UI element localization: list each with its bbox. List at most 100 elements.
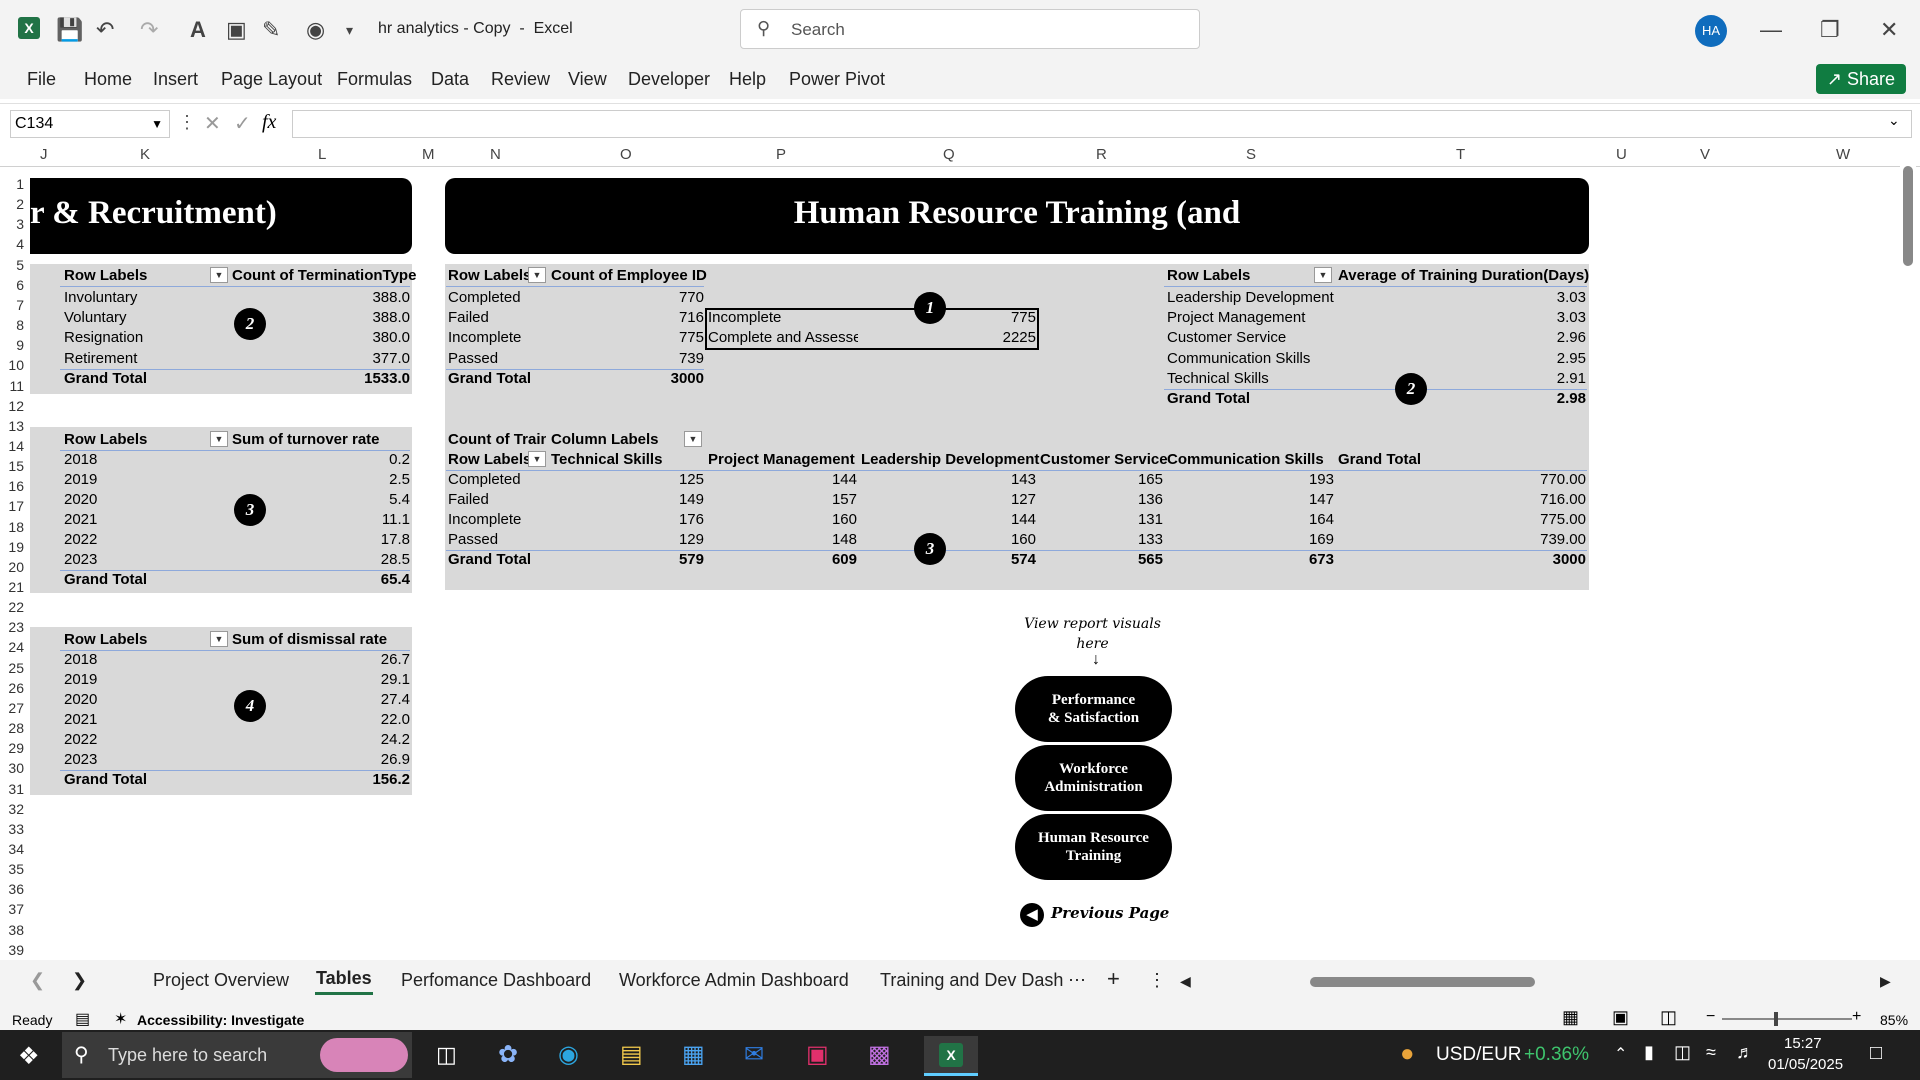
tab-formulas[interactable]: Formulas xyxy=(337,60,412,99)
horizontal-scrollbar[interactable] xyxy=(1200,977,1880,987)
avatar[interactable]: HA xyxy=(1695,15,1727,47)
col-R[interactable]: R xyxy=(1096,146,1107,163)
sheet-tab-workforce-admin[interactable]: Workforce Admin Dashboard xyxy=(619,970,849,991)
row-header[interactable]: 15 xyxy=(0,458,24,474)
workforce-administration-button[interactable]: Workforce Administration xyxy=(1015,745,1172,811)
page-break-view-icon[interactable]: ◫ xyxy=(1660,1007,1677,1028)
row-header[interactable]: 13 xyxy=(0,418,24,434)
font-color-icon[interactable]: A xyxy=(190,14,206,46)
tab-insert[interactable]: Insert xyxy=(153,60,198,99)
restore-icon[interactable]: ❐ xyxy=(1820,14,1840,46)
windows-start-icon[interactable]: ❖ xyxy=(18,1042,40,1071)
row-header[interactable]: 19 xyxy=(0,539,24,555)
filter-icon[interactable]: ▼ xyxy=(528,451,546,467)
enter-icon[interactable]: ✓ xyxy=(234,111,251,136)
text-box-icon[interactable]: ▣ xyxy=(226,14,247,46)
instagram-icon[interactable]: ▣ xyxy=(806,1040,829,1069)
sheet-tab-performance-dashboard[interactable]: Perfomance Dashboard xyxy=(401,970,591,991)
row-header[interactable]: 31 xyxy=(0,781,24,797)
accessibility-icon[interactable]: ✶ xyxy=(114,1009,127,1029)
row-header[interactable]: 21 xyxy=(0,579,24,595)
scroll-thumb[interactable] xyxy=(1903,166,1913,266)
row-header[interactable]: 22 xyxy=(0,599,24,615)
macro-record-icon[interactable]: ▤ xyxy=(75,1009,90,1029)
tab-home[interactable]: Home xyxy=(84,60,132,99)
col-N[interactable]: N xyxy=(490,146,501,163)
tab-view[interactable]: View xyxy=(568,60,607,99)
zoom-level[interactable]: 85% xyxy=(1880,1012,1908,1028)
expand-formula-icon[interactable]: ⌄ xyxy=(1888,112,1900,129)
winrar-icon[interactable]: ▩ xyxy=(868,1040,891,1069)
row-header[interactable]: 25 xyxy=(0,660,24,676)
outlook-icon[interactable]: ✉ xyxy=(744,1040,764,1069)
task-view-icon[interactable]: ◫ xyxy=(436,1042,457,1068)
filter-icon[interactable]: ▼ xyxy=(210,631,228,647)
row-header[interactable]: 34 xyxy=(0,841,24,857)
zoom-in-icon[interactable]: + xyxy=(1852,1008,1861,1026)
filter-icon[interactable]: ▼ xyxy=(210,431,228,447)
filter-icon[interactable]: ▼ xyxy=(210,267,228,283)
ticker-change[interactable]: +0.36% xyxy=(1524,1044,1589,1066)
sheet-tab-tables[interactable]: Tables xyxy=(315,968,373,995)
scroll-right-icon[interactable]: ▶ xyxy=(1880,973,1891,990)
row-header[interactable]: 26 xyxy=(0,680,24,696)
col-V[interactable]: V xyxy=(1700,146,1710,163)
row-header[interactable]: 18 xyxy=(0,519,24,535)
zoom-slider-thumb[interactable] xyxy=(1774,1012,1778,1026)
col-M[interactable]: M xyxy=(422,146,435,163)
camera-icon[interactable]: ◉ xyxy=(306,14,325,46)
copilot-icon[interactable]: ✿ xyxy=(498,1040,518,1069)
row-header[interactable]: 6 xyxy=(0,277,24,293)
col-O[interactable]: O xyxy=(620,146,632,163)
row-header[interactable]: 4 xyxy=(0,236,24,252)
row-header[interactable]: 27 xyxy=(0,700,24,716)
search-box[interactable]: ⚲ Search xyxy=(740,9,1200,49)
formula-input[interactable] xyxy=(292,110,1912,138)
clock-date[interactable]: 01/05/2025 xyxy=(1768,1056,1843,1073)
save-icon[interactable]: 💾 xyxy=(56,14,83,46)
redo-icon[interactable]: ↷ xyxy=(140,14,158,46)
row-header[interactable]: 23 xyxy=(0,619,24,635)
volume-icon[interactable]: ♬ xyxy=(1736,1042,1754,1063)
clock-time[interactable]: 15:27 xyxy=(1784,1035,1822,1052)
ticker-label[interactable]: USD/EUR xyxy=(1436,1044,1522,1066)
row-header[interactable]: 7 xyxy=(0,297,24,313)
row-header[interactable]: 3 xyxy=(0,216,24,232)
scroll-left-icon[interactable]: ◀ xyxy=(1180,973,1191,990)
filter-icon[interactable]: ▼ xyxy=(684,431,702,447)
horizontal-scroll-thumb[interactable] xyxy=(1310,977,1535,987)
sheet-tab-training-dev[interactable]: Training and Dev Dash xyxy=(880,970,1063,991)
file-explorer-icon[interactable]: ▤ xyxy=(620,1040,643,1069)
row-header[interactable]: 1 xyxy=(0,176,24,192)
row-header[interactable]: 24 xyxy=(0,639,24,655)
tab-developer[interactable]: Developer xyxy=(628,60,710,99)
row-header[interactable]: 9 xyxy=(0,337,24,353)
taskbar-search[interactable]: ⚲ Type here to search xyxy=(62,1032,412,1078)
close-icon[interactable]: ✕ xyxy=(1880,14,1898,46)
customize-qat-icon[interactable]: ▾ xyxy=(346,14,353,46)
tab-help[interactable]: Help xyxy=(729,60,766,99)
filter-icon[interactable]: ▼ xyxy=(528,267,546,283)
col-K[interactable]: K xyxy=(140,146,150,163)
tab-page-layout[interactable]: Page Layout xyxy=(221,60,322,99)
insert-function-icon[interactable]: fx xyxy=(262,111,276,134)
row-header[interactable]: 32 xyxy=(0,801,24,817)
normal-view-icon[interactable]: ▦ xyxy=(1562,1007,1579,1028)
performance-satisfaction-button[interactable]: Performance & Satisfaction xyxy=(1015,676,1172,742)
col-P[interactable]: P xyxy=(776,146,786,163)
col-J[interactable]: J xyxy=(40,146,48,163)
row-header[interactable]: 33 xyxy=(0,821,24,837)
cancel-icon[interactable]: ✕ xyxy=(204,111,221,136)
battery-icon[interactable]: ▮ xyxy=(1644,1042,1654,1063)
vertical-scrollbar[interactable] xyxy=(1900,150,1916,960)
col-S[interactable]: S xyxy=(1246,146,1256,163)
tab-review[interactable]: Review xyxy=(491,60,550,99)
row-header[interactable]: 14 xyxy=(0,438,24,454)
zoom-slider[interactable] xyxy=(1722,1012,1852,1026)
row-header[interactable]: 20 xyxy=(0,559,24,575)
add-sheet-icon[interactable]: + xyxy=(1107,966,1120,992)
tab-data[interactable]: Data xyxy=(431,60,469,99)
tab-file[interactable]: File xyxy=(27,60,56,99)
col-W[interactable]: W xyxy=(1836,146,1850,163)
excel-taskbar-icon[interactable]: X xyxy=(924,1036,978,1076)
